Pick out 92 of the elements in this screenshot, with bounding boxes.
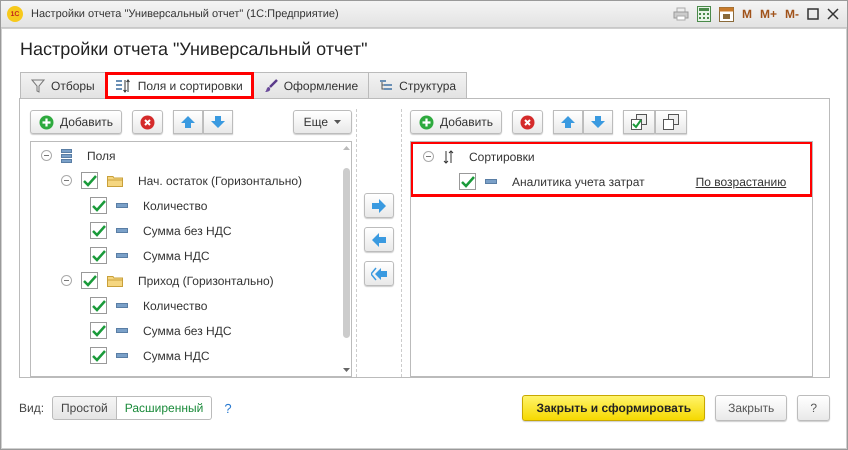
checkbox[interactable] (90, 222, 107, 239)
printer-icon[interactable] (672, 7, 689, 21)
brush-icon (264, 78, 278, 92)
calendar-icon[interactable] (718, 6, 734, 22)
filter-icon (31, 78, 45, 92)
close-and-generate-button[interactable]: Закрыть и сформировать (522, 395, 706, 421)
checked-pages-icon (631, 114, 648, 130)
checkbox[interactable] (90, 297, 107, 314)
move-down-button[interactable] (203, 110, 234, 134)
move-up-button[interactable] (553, 110, 584, 134)
arrow-right-icon (372, 198, 386, 212)
tree-item[interactable]: Приход (Горизонтально) (138, 274, 274, 288)
collapse-toggle-icon[interactable] (41, 150, 52, 161)
tab[interactable]: Оформление (252, 72, 370, 98)
arrow-down-icon (591, 116, 606, 128)
delete-button[interactable] (512, 110, 544, 134)
move-all-left-button[interactable] (364, 261, 394, 286)
view-mode-button[interactable]: Простой (52, 396, 117, 420)
calculator-icon[interactable] (696, 6, 711, 22)
dialog-button[interactable]: ? (797, 395, 830, 421)
help-link[interactable]: ? (224, 400, 232, 416)
more-button[interactable]: Еще (292, 110, 352, 134)
delete-icon (140, 114, 156, 130)
memory-button[interactable]: M+ (760, 7, 777, 21)
hierarchy-icon (379, 78, 394, 92)
delete-icon (520, 114, 536, 130)
checkbox[interactable] (81, 172, 98, 189)
tab[interactable]: Структура (368, 72, 468, 98)
checkbox[interactable] (90, 322, 107, 339)
checkbox[interactable] (90, 247, 107, 264)
tree-item[interactable]: Сумма НДС (143, 248, 210, 262)
field-icon (485, 179, 497, 184)
sort-icon (116, 79, 132, 93)
memory-button[interactable]: M- (785, 7, 799, 21)
move-down-button[interactable] (583, 110, 614, 134)
check-all-button[interactable] (623, 110, 656, 134)
tree-item[interactable]: Сумма без НДС (143, 324, 232, 338)
tree-item[interactable]: Нач. остаток (Горизонтально) (138, 174, 302, 188)
tree-item[interactable]: Аналитика учета затрат (512, 174, 645, 188)
view-label: Вид: (19, 401, 44, 415)
tree-item[interactable]: Сортировки (469, 150, 535, 164)
tab[interactable]: Отборы (20, 72, 106, 98)
tree-item[interactable]: Количество (143, 198, 208, 212)
dropdown-caret-icon (334, 120, 341, 124)
add-button[interactable]: Добавить (410, 110, 502, 134)
move-left-button[interactable] (364, 227, 394, 252)
arrow-up-icon (561, 116, 576, 128)
plus-icon (419, 114, 434, 130)
arrow-up-icon (181, 116, 196, 128)
scroll-down-icon[interactable] (342, 368, 350, 372)
delete-button[interactable] (132, 110, 164, 134)
tree-item[interactable]: Сумма без НДС (143, 224, 232, 238)
checkbox[interactable] (81, 272, 98, 289)
scrollbar-thumb[interactable] (342, 168, 350, 338)
folder-icon (107, 274, 123, 286)
view-mode-button[interactable]: Расширенный (116, 396, 212, 420)
arrow-down-icon (211, 116, 226, 128)
memory-button[interactable]: M (742, 7, 752, 21)
close-icon[interactable] (827, 8, 839, 20)
dialog-button[interactable]: Закрыть (715, 395, 788, 421)
tree-item[interactable]: Сумма НДС (143, 348, 210, 362)
maximize-icon[interactable] (807, 8, 819, 20)
field-icon (116, 353, 128, 358)
field-icon (116, 253, 128, 258)
double-arrow-left-icon (371, 266, 387, 280)
checkbox[interactable] (90, 347, 107, 364)
plus-icon (39, 114, 54, 130)
checkbox[interactable] (90, 197, 107, 214)
sort-icon (443, 150, 454, 164)
field-icon (116, 303, 128, 308)
scroll-up-icon[interactable] (342, 146, 350, 150)
tree-item[interactable]: Количество (143, 298, 208, 312)
checkbox[interactable] (459, 173, 476, 190)
collapse-toggle-icon[interactable] (423, 151, 434, 162)
add-button[interactable]: Добавить (30, 110, 122, 134)
form-title: Настройки отчета "Универсальный отчет" (20, 39, 368, 60)
tab[interactable]: Поля и сортировки (104, 72, 254, 99)
collapse-toggle-icon[interactable] (61, 275, 72, 286)
arrow-left-icon (372, 232, 386, 246)
sort-direction-link[interactable]: По возрастанию (696, 174, 786, 188)
uncheck-all-button[interactable] (655, 110, 688, 134)
field-icon (116, 228, 128, 233)
list-icon (61, 148, 72, 162)
field-icon (116, 328, 128, 333)
field-icon (116, 203, 128, 208)
tree-item[interactable]: Поля (87, 148, 116, 162)
move-up-button[interactable] (173, 110, 204, 134)
folder-icon (107, 174, 123, 186)
move-right-button[interactable] (364, 193, 394, 218)
collapse-toggle-icon[interactable] (61, 175, 72, 186)
window-title: Настройки отчета "Универсальный отчет" (1С:Предприятие) (31, 8, 339, 20)
pages-icon (663, 114, 680, 130)
